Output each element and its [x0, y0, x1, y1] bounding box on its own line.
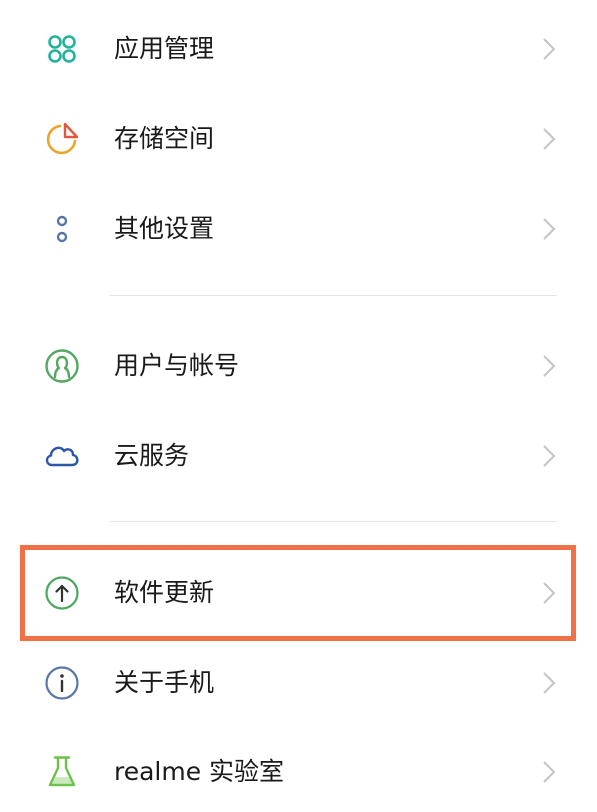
chevron-right-icon — [540, 671, 558, 695]
settings-item-label: 云服务 — [114, 441, 190, 470]
info-icon — [44, 665, 80, 701]
settings-item-user-account[interactable]: 用户与帐号 — [0, 326, 597, 406]
settings-item-app-management[interactable]: 应用管理 — [0, 9, 597, 89]
settings-item-storage[interactable]: 存储空间 — [0, 99, 597, 179]
section-divider — [110, 521, 557, 522]
flask-icon — [44, 754, 80, 790]
chevron-right-icon — [540, 354, 558, 378]
storage-pie-icon — [44, 121, 80, 157]
cloud-icon — [44, 438, 80, 474]
settings-item-label: 应用管理 — [114, 34, 215, 63]
chevron-right-icon — [540, 127, 558, 151]
settings-item-about-phone[interactable]: 关于手机 — [0, 643, 597, 723]
settings-item-label: 其他设置 — [114, 214, 215, 243]
settings-item-label: 存储空间 — [114, 124, 215, 153]
settings-item-label: 关于手机 — [114, 668, 215, 697]
settings-item-label: realme 实验室 — [114, 757, 285, 786]
settings-item-label: 用户与帐号 — [114, 351, 240, 380]
settings-item-other-settings[interactable]: 其他设置 — [0, 189, 597, 269]
settings-item-realme-lab[interactable]: realme 实验室 — [0, 732, 597, 812]
upload-arrow-icon — [44, 575, 80, 611]
more-settings-dots-icon — [44, 211, 80, 247]
section-divider — [110, 295, 557, 296]
settings-item-label: 软件更新 — [114, 578, 215, 607]
settings-item-software-update[interactable]: 软件更新 — [0, 553, 597, 633]
chevron-right-icon — [540, 444, 558, 468]
chevron-right-icon — [540, 37, 558, 61]
user-account-icon — [44, 348, 80, 384]
app-management-icon — [44, 31, 80, 67]
chevron-right-icon — [540, 217, 558, 241]
settings-list: 应用管理 存储空间 其他设置 用户与帐号 云服务 软件更新 关于手机 realm… — [0, 0, 597, 812]
chevron-right-icon — [540, 581, 558, 605]
settings-item-cloud-service[interactable]: 云服务 — [0, 416, 597, 496]
chevron-right-icon — [540, 760, 558, 784]
